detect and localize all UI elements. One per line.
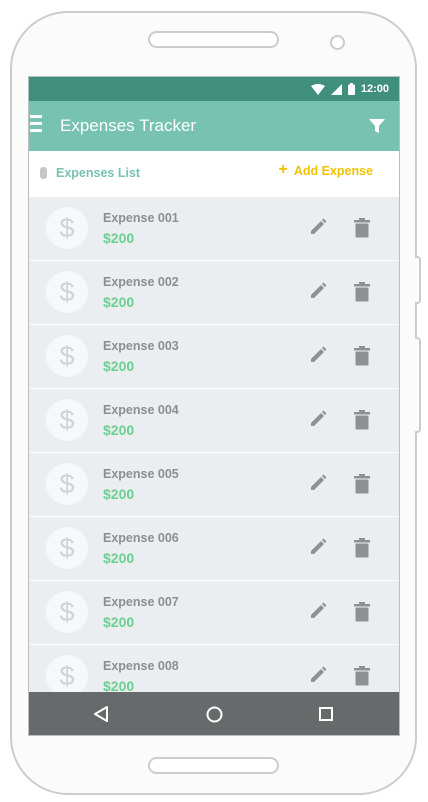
expense-name: Expense 003 [103,339,179,353]
list-item[interactable]: $ Expense 007 $200 [29,581,399,645]
expense-name: Expense 005 [103,467,179,481]
list-item[interactable]: $ Expense 002 $200 [29,261,399,325]
earpiece-speaker [148,31,279,48]
list-item[interactable]: $ Expense 003 $200 [29,325,399,389]
list-item[interactable]: $ Expense 005 $200 [29,453,399,517]
expense-amount: $200 [103,550,135,566]
expense-name: Expense 007 [103,595,179,609]
wifi-icon [310,83,325,95]
list-header: Expenses List + Add Expense [29,151,399,197]
expense-amount: $200 [103,486,135,502]
expense-amount: $200 [103,422,135,438]
delete-icon[interactable] [354,666,370,686]
screen: 12:00 Expenses Tracker Expenses List + A… [28,76,400,736]
system-nav-bar [29,692,399,735]
volume-button [415,256,421,304]
app-bar: Expenses Tracker [29,101,399,151]
add-expense-button[interactable]: + Add Expense [278,161,373,179]
edit-icon[interactable] [309,410,327,428]
delete-icon[interactable] [354,410,370,430]
delete-icon[interactable] [354,602,370,622]
dollar-icon: $ [46,399,88,441]
page-title: Expenses Tracker [60,116,197,135]
dollar-icon: $ [46,463,88,505]
status-time: 12:00 [360,83,389,95]
dollar-icon: $ [46,271,88,313]
expense-name: Expense 008 [103,659,179,673]
edit-icon[interactable] [309,474,327,492]
expenses-list: $ Expense 001 $200 $ Expense 002 $200 $ … [29,197,399,709]
battery-icon [347,83,355,95]
delete-icon[interactable] [354,538,370,558]
delete-icon[interactable] [354,346,370,366]
add-expense-label: Add Expense [293,164,373,178]
edit-icon[interactable] [309,666,327,684]
expense-amount: $200 [103,358,135,374]
expense-name: Expense 004 [103,403,179,417]
expense-amount: $200 [103,230,135,246]
signal-icon [330,83,342,95]
power-button [415,337,421,433]
dollar-icon: $ [46,207,88,249]
recent-apps-icon[interactable] [319,707,333,721]
status-bar: 12:00 [29,77,399,101]
edit-icon[interactable] [309,282,327,300]
expense-amount: $200 [103,294,135,310]
expense-amount: $200 [103,614,135,630]
dollar-icon: $ [46,591,88,633]
list-item[interactable]: $ Expense 006 $200 [29,517,399,581]
expense-name: Expense 002 [103,275,179,289]
expense-name: Expense 001 [103,211,179,225]
expense-name: Expense 006 [103,531,179,545]
bottom-speaker [148,757,279,774]
delete-icon[interactable] [354,282,370,302]
filter-icon[interactable] [369,119,385,133]
menu-icon[interactable] [30,115,42,135]
dollar-icon: $ [46,527,88,569]
expenses-list-label: Expenses List [56,166,141,180]
list-item[interactable]: $ Expense 001 $200 [29,197,399,261]
delete-icon[interactable] [354,218,370,238]
dollar-icon: $ [46,335,88,377]
plus-icon: + [278,161,288,178]
back-icon[interactable] [93,706,109,722]
dollar-icon: $ [46,655,88,697]
edit-icon[interactable] [309,602,327,620]
list-item[interactable]: $ Expense 004 $200 [29,389,399,453]
drag-handle-icon [40,167,47,179]
delete-icon[interactable] [354,474,370,494]
edit-icon[interactable] [309,218,327,236]
front-camera [330,35,345,50]
home-icon[interactable] [206,706,223,723]
edit-icon[interactable] [309,346,327,364]
edit-icon[interactable] [309,538,327,556]
